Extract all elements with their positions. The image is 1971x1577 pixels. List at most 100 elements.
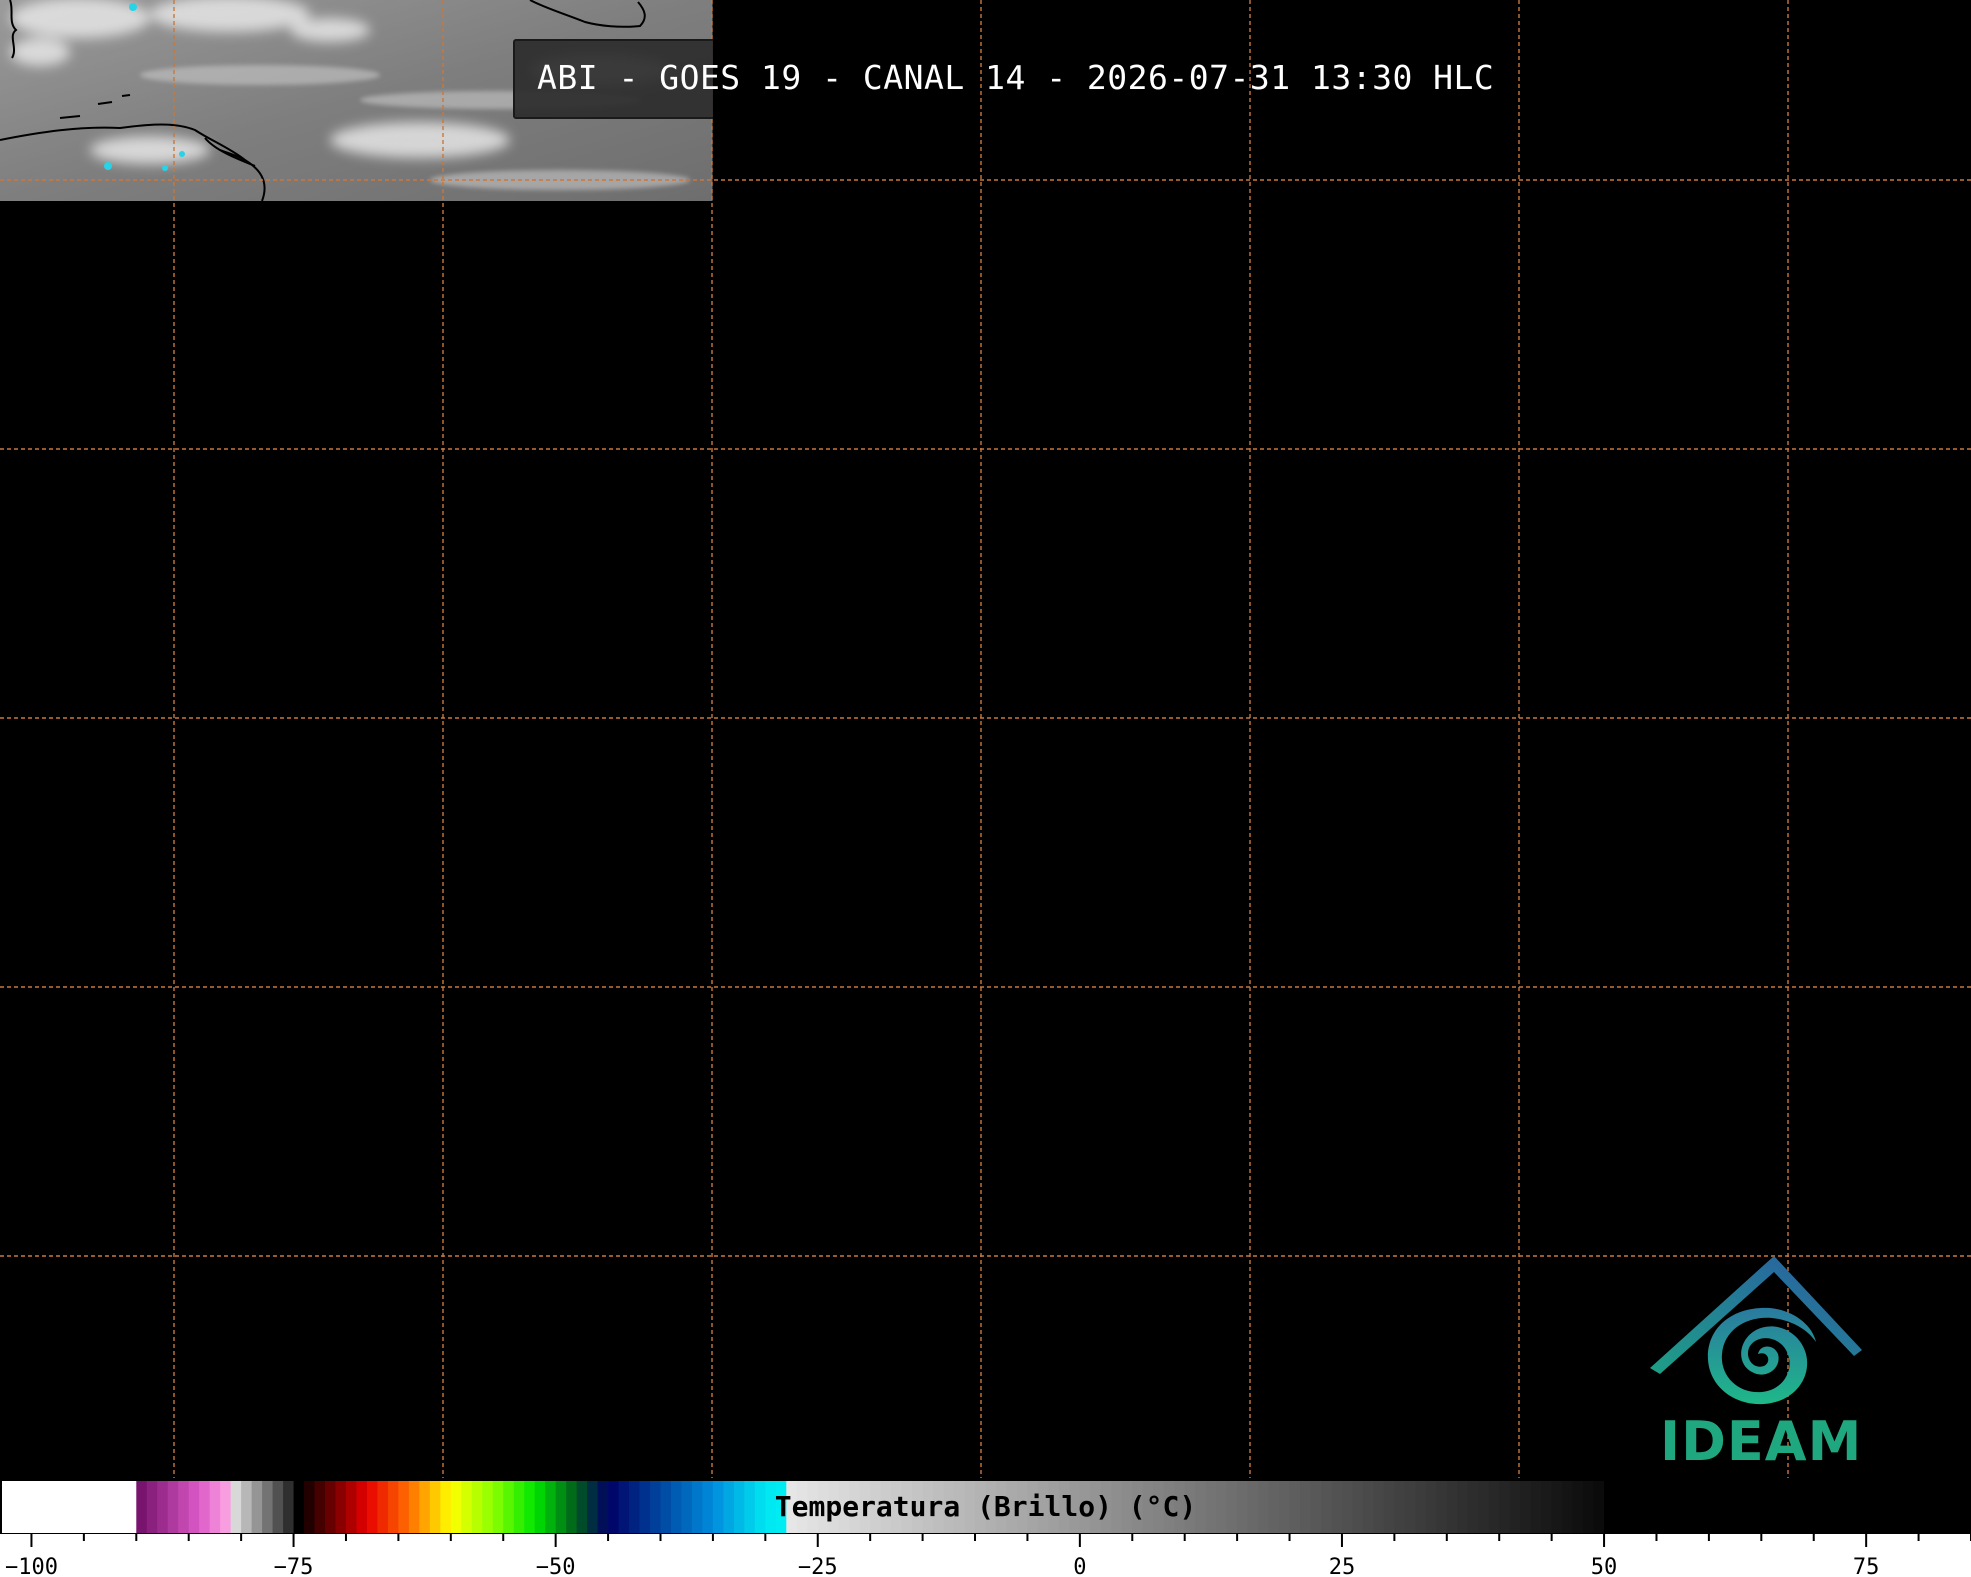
colorbar-segment (1530, 1480, 1542, 1534)
colorbar-segment (398, 1480, 410, 1534)
colorbar-segment (272, 1480, 284, 1534)
colorbar-segment (52, 1480, 64, 1534)
colorbar-segment (712, 1480, 724, 1534)
colorbar-segment (31, 1480, 43, 1534)
colorbar-segment (1897, 1480, 1909, 1534)
colorbar-segment (1226, 1480, 1238, 1534)
colorbar-segment (912, 1480, 924, 1534)
colorbar-segment (293, 1480, 305, 1534)
colorbar-segment (1520, 1480, 1532, 1534)
colorbar-segment (1132, 1480, 1144, 1534)
colorbar-segment (1100, 1480, 1112, 1534)
colorbar-segments (0, 1480, 1971, 1534)
colorbar-segment (125, 1480, 137, 1534)
colorbar-tick-label: −25 (798, 1555, 838, 1577)
colorbar-segment (136, 1480, 148, 1534)
colorbar-segment (377, 1480, 389, 1534)
colorbar-segment (1866, 1480, 1878, 1534)
colorbar-segment (1300, 1480, 1312, 1534)
colorbar-segment (1845, 1480, 1857, 1534)
colorbar-segment (1425, 1480, 1437, 1534)
colorbar-segment (1383, 1480, 1395, 1534)
colorbar-segment (1373, 1480, 1385, 1534)
colorbar-segment (1079, 1480, 1091, 1534)
colorbar-segment (1950, 1480, 1962, 1534)
colorbar-segment (1404, 1480, 1416, 1534)
colorbar-segment (230, 1480, 242, 1534)
colorbar-segment (146, 1480, 158, 1534)
colorbar-segment (587, 1480, 599, 1534)
logo-wordmark: IDEAM (1660, 1410, 1863, 1473)
colorbar-segment (1583, 1480, 1595, 1534)
colorbar-segment (723, 1480, 735, 1534)
colorbar-segment (482, 1480, 494, 1534)
colorbar-segment (691, 1480, 704, 1534)
colorbar-segment (817, 1480, 829, 1534)
colorbar-segment (1803, 1480, 1815, 1534)
colorbar-segment (954, 1480, 966, 1534)
colorbar-segment (1645, 1480, 1658, 1534)
colorbar-segment (1687, 1480, 1700, 1534)
colorbar-segment (534, 1480, 546, 1534)
colorbar-segment (849, 1480, 861, 1534)
colorbar-segment (828, 1480, 840, 1534)
colorbar-segment (1813, 1480, 1825, 1534)
colorbar-segment (387, 1480, 399, 1534)
colorbar-segment (167, 1480, 179, 1534)
colorbar-segment (1289, 1480, 1301, 1534)
colorbar-segment (1006, 1480, 1018, 1534)
colorbar-segment (1593, 1480, 1605, 1534)
colorbar-segment (922, 1480, 934, 1534)
colorbar-segment (1467, 1480, 1479, 1534)
temperature-colorbar: −100 −75 −50 −25 0 25 50 75 (0, 1479, 1971, 1577)
colorbar-segment (1499, 1480, 1511, 1534)
colorbar-segment (859, 1480, 871, 1534)
colorbar-tick-label: 50 (1591, 1555, 1618, 1577)
colorbar-segment (262, 1480, 274, 1534)
colorbar-segment (608, 1480, 620, 1534)
colorbar-segment (1939, 1480, 1951, 1534)
colorbar-segment (995, 1480, 1008, 1534)
colorbar-segment (94, 1480, 106, 1534)
colorbar-segment (1037, 1480, 1049, 1534)
colorbar-segment (681, 1480, 693, 1534)
colorbar-segment (639, 1480, 651, 1534)
colorbar-segment (796, 1480, 808, 1534)
colorbar-segment (524, 1480, 536, 1534)
colorbar-segment (1729, 1480, 1741, 1534)
colorbar-segment (1446, 1480, 1458, 1534)
colorbar-segment (964, 1480, 976, 1534)
colorbar-segment (1163, 1480, 1175, 1534)
colorbar-segment (1761, 1480, 1773, 1534)
colorbar-segment (1572, 1480, 1584, 1534)
colorbar-segment (157, 1480, 169, 1534)
colorbar-segment (775, 1480, 787, 1534)
colorbar-segment (660, 1480, 672, 1534)
colorbar-segment (891, 1480, 903, 1534)
colorbar-segment (1457, 1480, 1469, 1534)
colorbar-tick-label: 25 (1329, 1555, 1356, 1577)
colorbar-segment (1237, 1480, 1249, 1534)
colorbar-tick-label: −50 (536, 1555, 576, 1577)
colorbar-segment (1698, 1480, 1710, 1534)
colorbar-segment (1551, 1480, 1563, 1534)
colorbar-segment (1782, 1480, 1794, 1534)
colorbar-segment (985, 1480, 997, 1534)
colorbar-segment (1142, 1480, 1154, 1534)
colorbar-segment (1048, 1480, 1060, 1534)
colorbar-segment (115, 1480, 127, 1534)
colorbar-segment (1509, 1480, 1521, 1534)
colorbar-segment (1058, 1480, 1070, 1534)
colorbar-segment (1310, 1480, 1322, 1534)
colorbar-segment (838, 1480, 850, 1534)
colorbar-segment (943, 1480, 955, 1534)
satellite-image-viewport: ABI - GOES 19 - CANAL 14 - 2026-07-31 13… (0, 0, 1971, 1577)
logo-swirl-icon (1707, 1307, 1816, 1405)
colorbar-tick-label: 0 (1073, 1555, 1086, 1577)
image-title: ABI - GOES 19 - CANAL 14 - 2026-07-31 13… (537, 58, 1495, 97)
colorbar-segment (1792, 1480, 1804, 1534)
colorbar-segment (1562, 1480, 1574, 1534)
colorbar-segment (1111, 1480, 1123, 1534)
colorbar-segment (1394, 1480, 1406, 1534)
colorbar-segment (241, 1480, 253, 1534)
